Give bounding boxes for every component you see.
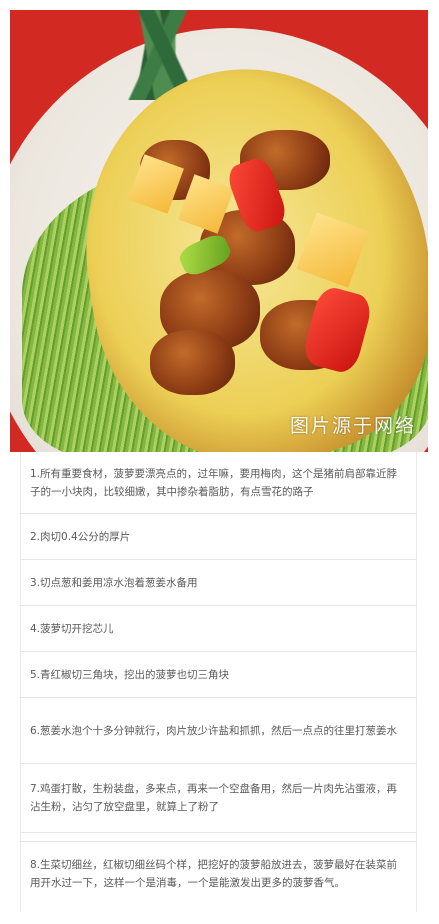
recipe-steps-list: 1.所有重要食材，菠萝要漂亮点的，过年嘛，要用梅肉，这个是猪前肩部靠近脖子的一小…: [20, 452, 417, 924]
step-text: 2.肉切0.4公分的厚片: [30, 530, 131, 543]
step-text: 4.菠萝切开挖芯儿: [30, 622, 114, 635]
list-item: 4.菠萝切开挖芯儿: [20, 606, 417, 652]
list-item: 7.鸡蛋打散，生粉装盘，多来点，再来一个空盘备用，然后一片肉先沾蛋液，再沾生粉，…: [20, 764, 417, 833]
step-text: 3.切点葱和姜用凉水泡着葱姜水备用: [30, 576, 198, 589]
step-text: 1.所有重要食材，菠萝要漂亮点的，过年嘛，要用梅肉，这个是猪前肩部靠近脖子的一小…: [30, 467, 398, 498]
list-item: 5.青红椒切三角块，挖出的菠萝也切三角块: [20, 652, 417, 698]
step-text: 5.青红椒切三角块，挖出的菠萝也切三角块: [30, 668, 230, 681]
list-item: 1.所有重要食材，菠萝要漂亮点的，过年嘛，要用梅肉，这个是猪前肩部靠近脖子的一小…: [20, 452, 417, 514]
list-item: 8.生菜切细丝，红椒切细丝码个样，把挖好的菠萝船放进去，菠萝最好在装菜前用开水过…: [20, 842, 417, 924]
pork-piece: [150, 330, 235, 395]
list-item: 2.肉切0.4公分的厚片: [20, 514, 417, 560]
step-text: 7.鸡蛋打散，生粉装盘，多来点，再来一个空盘备用，然后一片肉先沾蛋液，再沾生粉，…: [30, 783, 398, 813]
watermark: 图片源于网络: [289, 415, 416, 437]
step-text: 8.生菜切细丝，红椒切细丝码个样，把挖好的菠萝船放进去，菠萝最好在装菜前用开水过…: [30, 859, 398, 889]
dish-photo: 图片源于网络: [10, 10, 428, 452]
list-item: 3.切点葱和姜用凉水泡着葱姜水备用: [20, 560, 417, 606]
list-item: 6.葱姜水泡个十多分钟就行，肉片放少许盐和抓抓，然后一点点的往里打葱姜水: [20, 698, 417, 764]
step-text: 6.葱姜水泡个十多分钟就行，肉片放少许盐和抓抓，然后一点点的往里打葱姜水: [30, 724, 398, 737]
divider: [20, 833, 417, 842]
